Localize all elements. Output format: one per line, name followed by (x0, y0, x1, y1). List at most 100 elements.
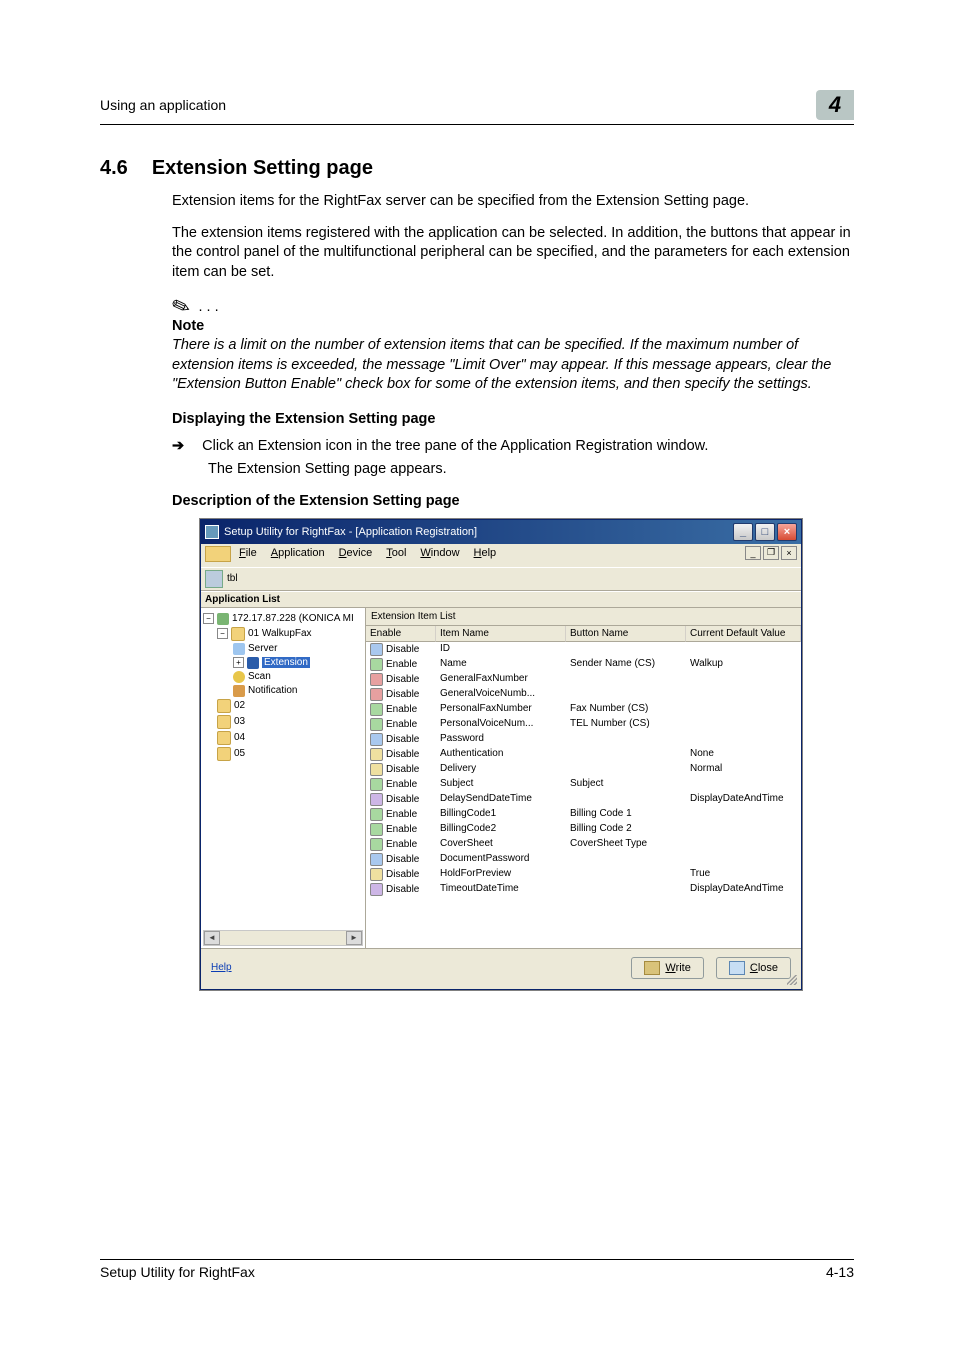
list-row[interactable]: EnablePersonalVoiceNum...TEL Number (CS) (366, 717, 801, 732)
tree-scrollbar[interactable]: ◄ ► (203, 930, 363, 946)
menu-file[interactable]: File (233, 546, 263, 565)
screenshot-window: Setup Utility for RightFax - [Applicatio… (200, 519, 802, 990)
cell-enable: Disable (386, 854, 419, 865)
status-icon (370, 793, 383, 806)
tree-expand-icon[interactable]: + (233, 657, 244, 668)
close-label: Close (750, 962, 778, 974)
status-icon (370, 808, 383, 821)
status-icon (370, 748, 383, 761)
cell-item-name: PersonalFaxNumber (436, 702, 566, 717)
cell-item-name: Password (436, 732, 566, 747)
cell-button-name: Sender Name (CS) (566, 657, 686, 672)
list-row[interactable]: EnableNameSender Name (CS)Walkup (366, 657, 801, 672)
list-row[interactable]: EnableCoverSheetCoverSheet Type (366, 837, 801, 852)
cell-button-name (566, 852, 686, 867)
tree-collapse-icon[interactable]: − (203, 613, 214, 624)
section-title: Extension Setting page (152, 157, 373, 180)
list-body[interactable]: DisableIDEnableNameSender Name (CS)Walku… (366, 642, 801, 948)
cell-enable: Disable (386, 869, 419, 880)
scroll-right-icon[interactable]: ► (346, 931, 362, 945)
status-icon (370, 778, 383, 791)
list-title: Extension Item List (366, 608, 801, 626)
tree-server[interactable]: Server (248, 643, 277, 654)
list-row[interactable]: EnableSubjectSubject (366, 777, 801, 792)
tree-item[interactable]: 02 (234, 700, 245, 711)
tree-scan[interactable]: Scan (248, 671, 271, 682)
help-link[interactable]: Help (211, 962, 232, 973)
write-button[interactable]: Write (631, 957, 703, 979)
status-icon (370, 868, 383, 881)
list-row[interactable]: DisableHoldForPreviewTrue (366, 867, 801, 882)
cell-button-name (566, 672, 686, 687)
tree-root[interactable]: 172.17.87.228 (KONICA MI (232, 613, 354, 624)
cell-default-value (686, 717, 801, 732)
maximize-button[interactable]: □ (755, 523, 775, 541)
list-row[interactable]: EnablePersonalFaxNumberFax Number (CS) (366, 702, 801, 717)
cell-default-value (686, 822, 801, 837)
list-row[interactable]: EnableBillingCode1Billing Code 1 (366, 807, 801, 822)
menu-tool[interactable]: Tool (380, 546, 412, 565)
cell-button-name (566, 762, 686, 777)
menu-application[interactable]: Application (265, 546, 331, 565)
list-row[interactable]: DisableGeneralFaxNumber (366, 672, 801, 687)
cell-item-name: PersonalVoiceNum... (436, 717, 566, 732)
menu-window[interactable]: Window (414, 546, 465, 565)
mdi-restore-button[interactable]: ❐ (763, 546, 779, 560)
subhead-displaying: Displaying the Extension Setting page (172, 411, 854, 427)
list-row[interactable]: DisableDelaySendDateTimeDisplayDateAndTi… (366, 792, 801, 807)
tree-item[interactable]: 05 (234, 748, 245, 759)
cell-enable: Disable (386, 689, 419, 700)
tree-item[interactable]: 04 (234, 732, 245, 743)
resize-grip[interactable] (787, 975, 797, 985)
mdi-close-button[interactable]: × (781, 546, 797, 560)
tree-extension[interactable]: Extension (262, 657, 310, 668)
cell-enable: Enable (386, 839, 417, 850)
tree-collapse-icon[interactable]: − (217, 628, 228, 639)
cell-item-name: ID (436, 642, 566, 657)
cell-button-name (566, 732, 686, 747)
list-row[interactable]: DisableGeneralVoiceNumb... (366, 687, 801, 702)
toolbar-icon[interactable] (205, 570, 223, 588)
menu-device[interactable]: Device (333, 546, 379, 565)
cell-enable: Enable (386, 809, 417, 820)
cell-enable: Disable (386, 764, 419, 775)
cell-item-name: CoverSheet (436, 837, 566, 852)
toolbar-label: tbl (227, 573, 238, 584)
close-button[interactable]: × (777, 523, 797, 541)
write-icon (644, 961, 660, 975)
status-icon (370, 703, 383, 716)
tree-notification[interactable]: Notification (248, 685, 297, 696)
tree-item[interactable]: 03 (234, 716, 245, 727)
cell-default-value: Walkup (686, 657, 801, 672)
col-enable[interactable]: Enable (366, 626, 436, 642)
col-default-value[interactable]: Current Default Value (686, 626, 801, 642)
list-header: Enable Item Name Button Name Current Def… (366, 626, 801, 642)
cell-default-value (686, 732, 801, 747)
minimize-button[interactable]: _ (733, 523, 753, 541)
note-ellipsis: . . . (198, 299, 218, 315)
tree-title: Application List (201, 591, 801, 608)
list-row[interactable]: DisableAuthenticationNone (366, 747, 801, 762)
cell-enable: Disable (386, 644, 419, 655)
list-row[interactable]: DisablePassword (366, 732, 801, 747)
mdi-minimize-button[interactable]: _ (745, 546, 761, 560)
list-row[interactable]: DisableDeliveryNormal (366, 762, 801, 777)
list-row[interactable]: Disable ID (366, 642, 801, 657)
tree-pane[interactable]: −172.17.87.228 (KONICA MI −01 WalkupFax … (201, 608, 366, 948)
menu-help[interactable]: Help (468, 546, 503, 565)
cell-default-value (686, 702, 801, 717)
cell-button-name: TEL Number (CS) (566, 717, 686, 732)
col-button-name[interactable]: Button Name (566, 626, 686, 642)
tree-app[interactable]: 01 WalkupFax (248, 628, 312, 639)
close-window-button[interactable]: Close (716, 957, 791, 979)
scroll-left-icon[interactable]: ◄ (204, 931, 220, 945)
list-row[interactable]: EnableBillingCode2Billing Code 2 (366, 822, 801, 837)
titlebar[interactable]: Setup Utility for RightFax - [Applicatio… (201, 520, 801, 544)
cell-item-name: Name (436, 657, 566, 672)
cell-enable: Disable (386, 674, 419, 685)
note-label: Note (172, 318, 854, 334)
col-item-name[interactable]: Item Name (436, 626, 566, 642)
cell-button-name (566, 792, 686, 807)
list-row[interactable]: DisableDocumentPassword (366, 852, 801, 867)
list-row[interactable]: DisableTimeoutDateTimeDisplayDateAndTime (366, 882, 801, 897)
